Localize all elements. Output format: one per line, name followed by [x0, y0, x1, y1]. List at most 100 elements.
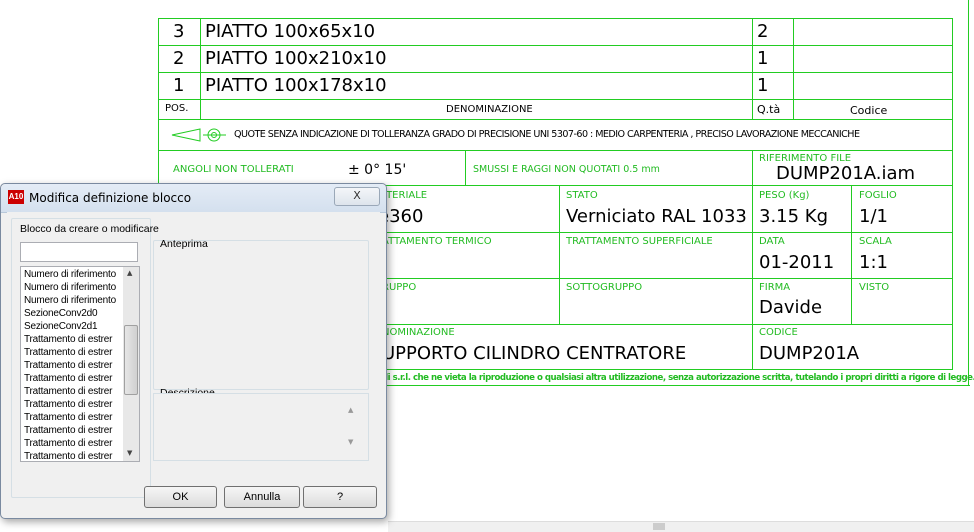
state-label: STATO — [566, 190, 598, 201]
angles-value: ± 0° 15' — [348, 162, 407, 178]
block-list-item[interactable]: Numero di riferimento — [24, 269, 116, 280]
part-name: PIATTO 100x178x10 — [205, 75, 387, 96]
header-pos: POS. — [165, 103, 189, 114]
grid-line — [358, 324, 953, 325]
grid-line — [752, 150, 753, 369]
grid-line — [752, 18, 753, 119]
scale-value: 1:1 — [859, 252, 888, 273]
block-list-item[interactable]: Trattamento di estrer — [24, 399, 112, 410]
block-list-item[interactable]: Trattamento di estrer — [24, 438, 112, 449]
grid-line — [358, 385, 970, 386]
denomination-value: UPPORTO CILINDRO CENTRATORE — [382, 343, 687, 364]
block-list-item[interactable]: Trattamento di estrer — [24, 386, 112, 397]
sheet-label: FOGLIO — [859, 190, 897, 201]
close-icon: X — [353, 189, 361, 202]
part-qty: 1 — [757, 75, 769, 96]
close-button[interactable]: X — [334, 187, 380, 206]
part-pos: 2 — [173, 48, 185, 69]
block-list-item[interactable]: Numero di riferimento — [24, 282, 116, 293]
block-label: Blocco da creare o modificare — [20, 223, 159, 235]
block-name-input[interactable] — [20, 242, 138, 262]
part-pos: 1 — [173, 75, 185, 96]
block-list-item[interactable]: Trattamento di estrer — [24, 334, 112, 345]
grid-line — [158, 150, 953, 151]
part-qty: 1 — [757, 48, 769, 69]
grid-line — [158, 72, 953, 73]
grid-line — [465, 150, 466, 185]
sheet-value: 1/1 — [859, 206, 888, 227]
preview-label: Anteprima — [160, 238, 208, 250]
block-list[interactable]: Numero di riferimento Numero di riferimen… — [20, 266, 140, 462]
scrollbar-thumb[interactable] — [653, 523, 665, 530]
heat-treatment-label: ATTAMENTO TERMICO — [382, 236, 492, 247]
code-label: CODICE — [759, 327, 798, 338]
grid-line — [200, 18, 201, 119]
copyright-text: di s.r.l. che ne vieta la riproduzione o… — [382, 373, 974, 383]
weight-label: PESO (Kg) — [759, 190, 810, 201]
sign-value: Davide — [759, 297, 823, 318]
header-name: DENOMINAZIONE — [446, 104, 533, 115]
ref-file-value: DUMP201A.iam — [776, 163, 916, 184]
weight-value: 3.15 Kg — [759, 206, 829, 227]
header-code: Codice — [850, 104, 888, 117]
angles-label: ANGOLI NON TOLLERATI — [173, 164, 294, 175]
autocad-logo-icon: A10 — [8, 190, 24, 204]
part-pos: 3 — [173, 21, 185, 42]
scroll-down-icon[interactable]: ▼ — [348, 438, 353, 446]
list-scrollbar[interactable]: ▲ ▼ — [123, 267, 139, 461]
grid-line — [358, 278, 953, 279]
grid-line — [358, 232, 953, 233]
scroll-down-icon[interactable]: ▼ — [127, 449, 132, 457]
scroll-up-icon[interactable]: ▲ — [127, 269, 132, 277]
block-list-item[interactable]: Numero di riferimento — [24, 295, 116, 306]
grid-line — [793, 18, 794, 119]
preview-group — [153, 240, 369, 390]
block-list-item[interactable]: SezioneConv2d0 — [24, 308, 98, 319]
description-box[interactable]: ▲ ▼ — [153, 393, 369, 461]
block-list-item[interactable]: Trattamento di estrer — [24, 412, 112, 423]
grid-line — [559, 185, 560, 324]
dialog-body: Blocco da creare o modificare Numero di … — [7, 212, 380, 512]
dialog-title: Modifica definizione blocco — [29, 191, 192, 205]
group-label: RUPPO — [382, 282, 417, 293]
chamfer-label: SMUSSI E RAGGI NON QUOTATI 0.5 mm — [473, 164, 660, 175]
date-label: DATA — [759, 236, 785, 247]
part-qty: 2 — [757, 21, 769, 42]
scroll-up-icon[interactable]: ▲ — [348, 406, 353, 414]
grid-line — [158, 18, 159, 185]
block-list-item[interactable]: Trattamento di estrer — [24, 451, 112, 461]
material-label: ATERIALE — [380, 190, 428, 201]
help-button[interactable]: ? — [303, 486, 377, 508]
horizontal-scrollbar[interactable] — [388, 521, 974, 532]
part-name: PIATTO 100x65x10 — [205, 21, 376, 42]
surface-treatment-label: TRATTAMENTO SUPERFICIALE — [566, 236, 713, 247]
part-name: PIATTO 100x210x10 — [205, 48, 387, 69]
projection-symbol-icon — [171, 128, 226, 142]
grid-line — [158, 18, 953, 19]
seen-label: VISTO — [859, 282, 890, 293]
state-value: Verniciato RAL 1033 — [566, 206, 747, 227]
block-list-item[interactable]: Trattamento di estrer — [24, 373, 112, 384]
header-qty: Q.tà — [757, 103, 781, 116]
grid-line — [851, 185, 852, 324]
block-list-item[interactable]: SezioneConv2d1 — [24, 321, 98, 332]
tolerance-note: QUOTE SENZA INDICAZIONE DI TOLLERANZA GR… — [234, 129, 860, 140]
grid-line — [158, 45, 953, 46]
block-list-item[interactable]: Trattamento di estrer — [24, 360, 112, 371]
grid-line — [358, 369, 953, 370]
modify-block-dialog: A10 Modifica definizione blocco X Blocco… — [0, 183, 387, 519]
date-value: 01-2011 — [759, 252, 835, 273]
code-value: DUMP201A — [759, 343, 860, 364]
grid-line — [968, 0, 969, 385]
grid-line — [952, 18, 953, 369]
block-list-item[interactable]: Trattamento di estrer — [24, 347, 112, 358]
block-list-item[interactable]: Trattamento di estrer — [24, 425, 112, 436]
ok-button[interactable]: OK — [144, 486, 217, 508]
scale-label: SCALA — [859, 236, 892, 247]
dialog-title-bar[interactable]: A10 Modifica definizione blocco X — [1, 184, 386, 213]
sign-label: FIRMA — [759, 282, 791, 293]
cancel-button[interactable]: Annulla — [224, 486, 300, 508]
grid-line — [158, 99, 953, 100]
denomination-label: NOMINAZIONE — [382, 327, 455, 338]
list-scroll-thumb[interactable] — [124, 325, 138, 395]
